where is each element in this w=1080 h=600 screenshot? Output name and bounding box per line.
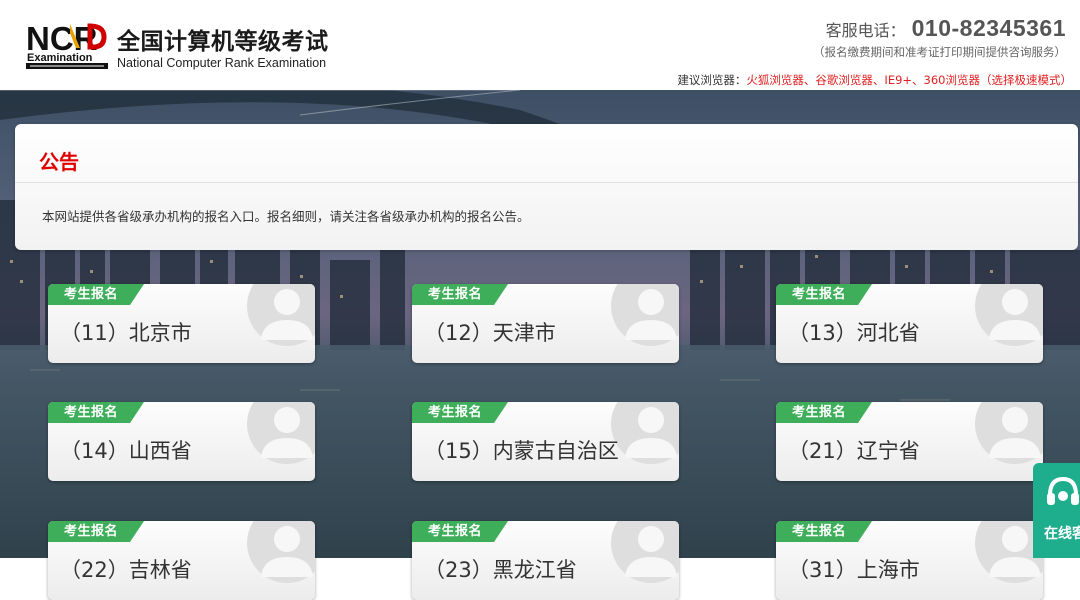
hotline-note: （报名缴费期间和准考证打印期间提供咨询服务） (813, 45, 1066, 59)
register-badge-label: 考生报名 (428, 287, 483, 302)
province-card[interactable]: 考生报名 （23）黑龙江省 (412, 521, 679, 600)
announcement-divider (15, 182, 1078, 183)
register-badge: 考生报名 (412, 284, 508, 305)
province-name: （14）山西省 (60, 439, 192, 463)
browser-tip-list: 火狐浏览器、谷歌浏览器、IE9+、360浏览器（选择极速模式） (746, 73, 1072, 87)
hotline-number: 010-82345361 (911, 15, 1066, 41)
register-badge: 考生报名 (48, 284, 144, 305)
site-header: NCR Examination 全国计算机等级考试 National Compu… (0, 0, 1080, 90)
province-card[interactable]: 考生报名 （11）北京市 (48, 284, 315, 363)
province-card[interactable]: 考生报名 （15）内蒙古自治区 (412, 402, 679, 481)
province-name: （11）北京市 (60, 321, 192, 345)
customer-hotline: 客服电话： 010-82345361 （报名缴费期间和准考证打印期间提供咨询服务） (813, 15, 1066, 60)
register-badge: 考生报名 (412, 521, 508, 542)
announcement-panel: 公告 本网站提供各省级承办机构的报名入口。报名细则，请关注各省级承办机构的报名公… (15, 124, 1078, 250)
province-card[interactable]: 考生报名 （14）山西省 (48, 402, 315, 481)
register-badge-label: 考生报名 (792, 287, 847, 302)
province-name: （23）黑龙江省 (424, 558, 577, 582)
user-avatar-icon (975, 284, 1043, 346)
province-name: （22）吉林省 (60, 558, 192, 582)
user-avatar-icon (247, 284, 315, 346)
user-avatar-icon (247, 521, 315, 583)
ncre-logo[interactable]: NCR Examination (26, 20, 108, 70)
register-badge: 考生报名 (48, 402, 144, 423)
province-name: （12）天津市 (424, 321, 556, 345)
svg-text:Examination: Examination (27, 52, 93, 64)
register-badge-label: 考生报名 (428, 524, 483, 539)
register-badge-label: 考生报名 (792, 524, 847, 539)
register-badge: 考生报名 (776, 521, 872, 542)
headset-icon (1047, 476, 1079, 505)
announcement-title: 公告 (39, 150, 79, 174)
browser-tip-label: 建议浏览器： (677, 73, 747, 87)
site-title-en: National Computer Rank Examination (117, 56, 327, 70)
register-badge: 考生报名 (776, 284, 872, 305)
site-title-cn: 全国计算机等级考试 (117, 29, 329, 55)
province-card[interactable]: 考生报名 （22）吉林省 (48, 521, 315, 600)
browser-recommendation: 建议浏览器：火狐浏览器、谷歌浏览器、IE9+、360浏览器（选择极速模式） (677, 72, 1072, 88)
province-name: （31）上海市 (788, 558, 920, 582)
announcement-text: 本网站提供各省级承办机构的报名入口。报名细则，请关注各省级承办机构的报名公告。 (42, 209, 530, 224)
register-badge: 考生报名 (48, 521, 144, 542)
register-badge-label: 考生报名 (428, 405, 483, 420)
online-service-button[interactable]: 在线客服 (1033, 463, 1080, 558)
online-service-label: 在线客服 (1044, 526, 1080, 542)
user-avatar-icon (611, 284, 679, 346)
register-badge: 考生报名 (776, 402, 872, 423)
province-card[interactable]: 考生报名 （21）辽宁省 (776, 402, 1043, 481)
register-badge: 考生报名 (412, 402, 508, 423)
hotline-label: 客服电话： (825, 21, 906, 40)
province-name: （21）辽宁省 (788, 439, 920, 463)
register-badge-label: 考生报名 (792, 405, 847, 420)
province-card[interactable]: 考生报名 （13）河北省 (776, 284, 1043, 363)
province-card[interactable]: 考生报名 （31）上海市 (776, 521, 1043, 600)
province-name: （13）河北省 (788, 321, 920, 345)
register-badge-label: 考生报名 (64, 524, 119, 539)
province-name: （15）内蒙古自治区 (424, 439, 619, 463)
user-avatar-icon (611, 521, 679, 583)
register-badge-label: 考生报名 (64, 405, 119, 420)
user-avatar-icon (247, 402, 315, 464)
register-badge-label: 考生报名 (64, 287, 119, 302)
province-card[interactable]: 考生报名 （12）天津市 (412, 284, 679, 363)
site-title: 全国计算机等级考试 National Computer Rank Examina… (117, 28, 329, 70)
